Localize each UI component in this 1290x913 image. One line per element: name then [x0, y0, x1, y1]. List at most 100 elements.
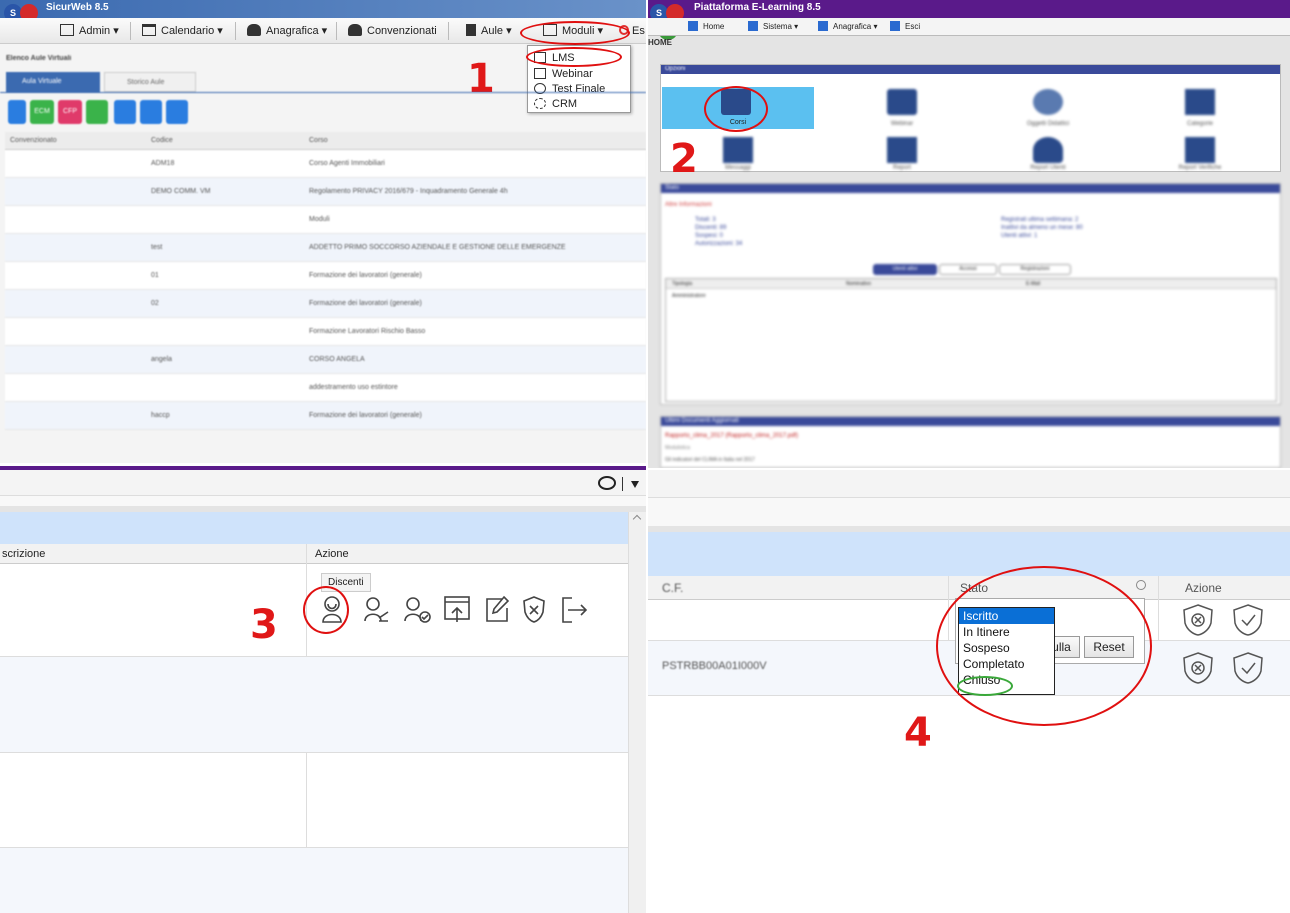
grid-header: Convenzionato Codice Corso	[5, 132, 646, 150]
action-icons	[322, 595, 588, 623]
user-check-icon	[404, 597, 431, 623]
search-icon[interactable]	[1136, 580, 1146, 590]
table-row[interactable]: 02 Formazione dei lavoratori (generale)	[5, 290, 646, 318]
menu-admin[interactable]: Admin ▾	[60, 22, 119, 40]
stats-right: Registrati ultima settimana: 2 Inattivi d…	[1001, 217, 1083, 239]
menu-home[interactable]: Home	[688, 20, 724, 34]
col-codice[interactable]: Codice	[151, 137, 173, 144]
chat-icon[interactable]	[598, 476, 616, 490]
menu-anagrafica[interactable]: Anagrafica ▾	[247, 22, 327, 40]
excel-button[interactable]	[86, 100, 108, 124]
dropdown-crm[interactable]: CRM	[534, 96, 577, 112]
dropdown-webinar[interactable]: Webinar	[534, 66, 593, 82]
menu-aule[interactable]: Aule ▾	[466, 22, 512, 40]
webinar-icon	[534, 68, 546, 79]
cell-corso: ADDETTO PRIMO SOCCORSO AZIENDALE E GESTI…	[309, 244, 566, 251]
users-table-row[interactable]: Amministratore	[672, 293, 706, 299]
mail-icon	[723, 137, 753, 163]
cell-corso: Corso Agenti Immobiliari	[309, 160, 385, 167]
subtab-utenti-attivi[interactable]: Utenti attivi	[873, 264, 937, 275]
cell-corso: Formazione dei lavoratori (generale)	[309, 272, 422, 279]
users-icon	[348, 24, 362, 36]
menu-sistema[interactable]: Sistema ▾	[748, 20, 798, 34]
card-report-utenti-label: Report Utenti	[1030, 165, 1066, 171]
cell-corso: CORSO ANGELA	[309, 356, 365, 363]
dropdown-test-finale[interactable]: Test Finale	[534, 81, 605, 97]
menu-calendario[interactable]: Calendario ▾	[142, 22, 223, 40]
home-label: HOME	[648, 38, 672, 47]
cell-corso: Formazione dei lavoratori (generale)	[309, 300, 422, 307]
search-button[interactable]	[140, 100, 162, 124]
table-row[interactable]: addestramento uso estintore	[5, 374, 646, 402]
step-number-4: 4	[904, 710, 932, 756]
highlight-lms	[526, 47, 622, 67]
table-header: scrizione Azione	[0, 544, 628, 564]
col-descrizione[interactable]: scrizione	[2, 548, 45, 560]
scroll-up-icon[interactable]	[632, 514, 642, 524]
col-convenzionato[interactable]: Convenzionato	[10, 137, 57, 144]
menu-convenzionati[interactable]: Convenzionati	[348, 22, 437, 40]
row2-actions	[1183, 652, 1263, 684]
books-icon	[1185, 89, 1215, 115]
row1-actions	[1183, 604, 1263, 636]
window-titlebar-2: Piattaforma E-Learning 8.5	[648, 0, 1290, 18]
print-button[interactable]	[114, 100, 136, 124]
doc-link[interactable]: Rapporto_clima_2017 (Rapporto_clima_2017…	[665, 433, 798, 439]
cell-corso: Moduli	[309, 216, 330, 223]
caret-down-icon[interactable]	[631, 481, 639, 488]
table-row[interactable]: angela CORSO ANGELA	[5, 346, 646, 374]
col-nominativo[interactable]: Nominativo	[846, 281, 871, 287]
cfp-button[interactable]: CFP	[58, 100, 82, 124]
cell-codice: DEMO COMM. VM	[151, 188, 211, 195]
table-row[interactable]: Moduli	[5, 206, 646, 234]
menubar-2: Home Sistema ▾ Anagrafica ▾ Esci	[648, 18, 1290, 36]
table-row[interactable]: ADM18 Corso Agenti Immobiliari	[5, 150, 646, 178]
top-toolbar	[0, 470, 646, 496]
col-corso[interactable]: Corso	[309, 137, 328, 144]
col-tipologia[interactable]: Tipologia	[672, 281, 692, 287]
docs-panel: Ultimi Documenti Aggiornati Rapporto_cli…	[660, 416, 1281, 468]
table-row[interactable]: haccp Formazione dei lavoratori (generale…	[5, 402, 646, 430]
col-azione[interactable]: Azione	[315, 548, 349, 560]
tab-aula-virtuale[interactable]: Aula Virtuale	[6, 72, 100, 92]
cell-codice: test	[151, 244, 163, 251]
approve-check-icon	[1233, 604, 1263, 636]
menu-anagrafica-2[interactable]: Anagrafica ▾	[818, 20, 877, 34]
approve-check-icon-2	[1233, 652, 1263, 684]
objects-icon	[1033, 89, 1063, 115]
col-email[interactable]: E-Mail	[1026, 281, 1040, 287]
menu-esci-2[interactable]: Esci	[890, 20, 920, 34]
report-checks-icon	[1185, 137, 1215, 163]
docs-header: Ultimi Documenti Aggiornati	[661, 417, 1280, 426]
window-title: SicurWeb 8.5	[46, 2, 109, 13]
cell-codice: angela	[151, 356, 173, 363]
report-icon	[887, 137, 917, 163]
print2-button[interactable]	[166, 100, 188, 124]
edit-icon	[486, 595, 510, 622]
table-row[interactable]: 01 Formazione dei lavoratori (generale)	[5, 262, 646, 290]
subtab-accessi[interactable]: Accessi	[939, 264, 997, 275]
highlight-status	[936, 566, 1152, 726]
shield-x-icon	[523, 596, 545, 623]
ecm-button[interactable]: ECM	[30, 100, 54, 124]
registry-icon	[818, 21, 828, 31]
highlight-discenti	[303, 586, 349, 634]
home-icon	[688, 21, 698, 31]
col-cf[interactable]: C.F.	[662, 581, 683, 595]
breadcrumb: Elenco Aule Virtuali	[6, 55, 72, 62]
step-number-3: 3	[250, 602, 278, 648]
col-azione-4[interactable]: Azione	[1185, 581, 1222, 595]
report-users-icon	[1033, 137, 1063, 163]
table-row[interactable]: test ADDETTO PRIMO SOCCORSO AZIENDALE E G…	[5, 234, 646, 262]
table-row[interactable]: Formazione Lavoratori Rischio Basso	[5, 318, 646, 346]
course-list-panel: scrizione Azione Discenti 3	[0, 466, 646, 913]
add-button[interactable]	[8, 100, 26, 124]
webinar-monitor-icon	[887, 89, 917, 115]
table-row[interactable]: DEMO COMM. VM Regolamento PRIVACY 2016/67…	[5, 178, 646, 206]
subtab-registrazioni[interactable]: Registrazioni	[999, 264, 1071, 275]
assign-user-icon	[364, 597, 389, 622]
cell-codice: 02	[151, 300, 159, 307]
tab-storico-aule[interactable]: Storico Aule	[104, 72, 196, 92]
scrollbar[interactable]	[628, 512, 646, 913]
stats-panel: Stato Altre Informazioni Totali: 3 Discen…	[660, 183, 1281, 405]
